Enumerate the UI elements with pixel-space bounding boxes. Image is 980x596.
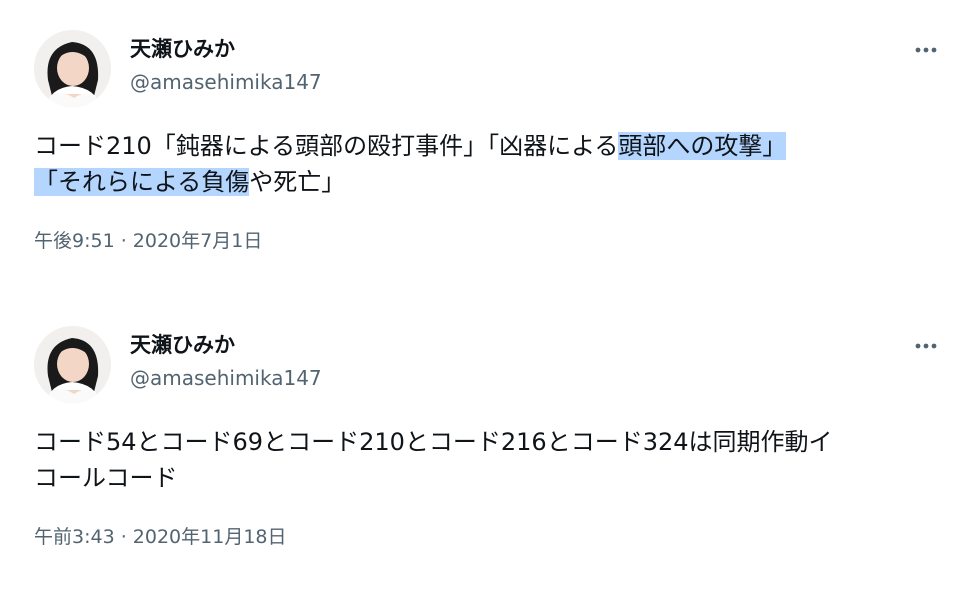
more-horizontal-icon[interactable] (906, 336, 946, 356)
avatar[interactable] (34, 30, 111, 107)
avatar[interactable] (34, 326, 111, 403)
tweet-text-line: コード54とコード69とコード210とコード216とコード324は同期作動イ (34, 428, 833, 456)
tweet-text: コード210「鈍器による頭部の殴打事件」「凶器による頭部への攻撃」 「それらによ… (34, 128, 944, 200)
tweet-text-line: 「それらによる負傷や死亡」 (34, 164, 944, 200)
user-handle[interactable]: @amasehimika147 (130, 365, 322, 391)
avatar-image (34, 30, 111, 107)
timestamp-link[interactable]: 午前3:43 · 2020年11月18日 (34, 524, 287, 550)
tweet: 天瀬ひみか @amasehimika147 コード210「鈍器による頭部の殴打事… (0, 0, 980, 296)
more-horizontal-icon[interactable] (906, 40, 946, 60)
tweet-text: コード54とコード69とコード210とコード216とコード324は同期作動イ コ… (34, 424, 944, 496)
timestamp-link[interactable]: 午後9:51 · 2020年7月1日 (34, 228, 262, 254)
display-name[interactable]: 天瀬ひみか (130, 36, 235, 62)
tweet-text-line: コールコード (34, 464, 178, 492)
tweet: 天瀬ひみか @amasehimika147 コード54とコード69とコード210… (0, 296, 980, 596)
selected-text: 頭部への攻撃」 (618, 132, 787, 160)
display-name[interactable]: 天瀬ひみか (130, 332, 235, 358)
tweet-text-segment: や死亡」 (249, 168, 346, 196)
tweet-text-segment: コード210「鈍器による頭部の殴打事件」「凶器による (34, 132, 619, 160)
selected-text: 「それらによる負傷 (34, 168, 250, 196)
avatar-image (34, 326, 111, 403)
tweet-text-line: コード210「鈍器による頭部の殴打事件」「凶器による頭部への攻撃」 (34, 128, 944, 164)
user-handle[interactable]: @amasehimika147 (130, 69, 322, 95)
